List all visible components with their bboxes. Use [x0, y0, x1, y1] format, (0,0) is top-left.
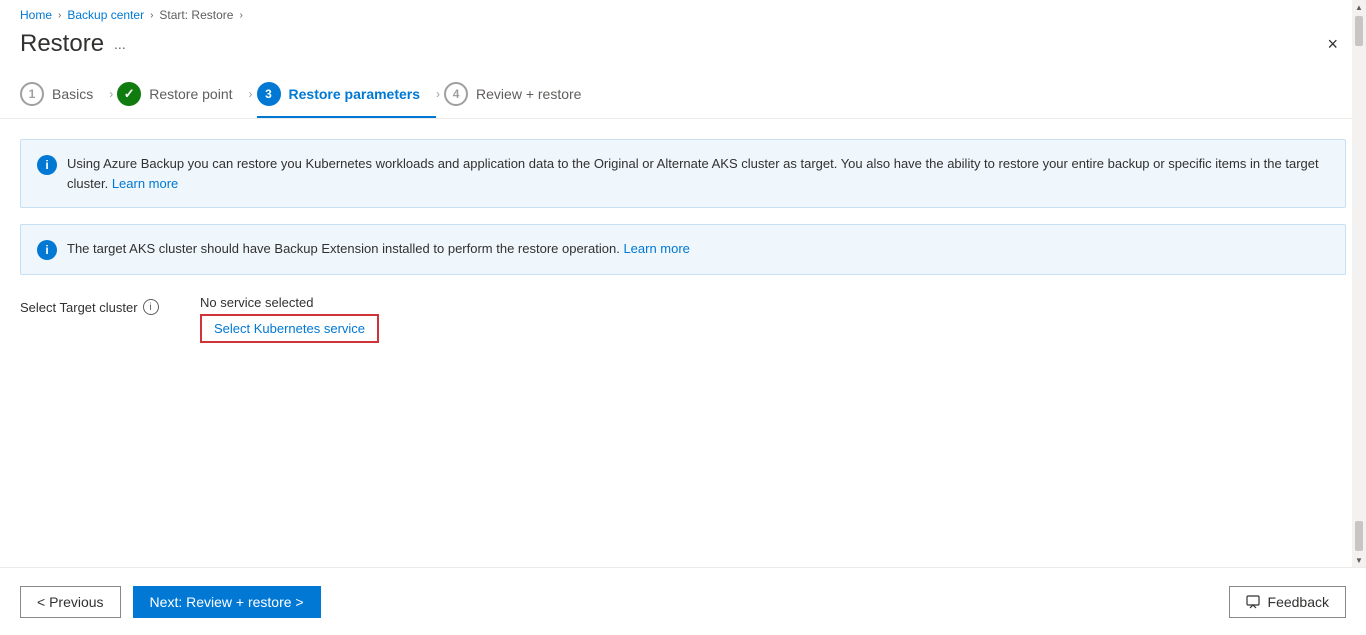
- previous-button[interactable]: < Previous: [20, 586, 121, 618]
- info-link-1[interactable]: Learn more: [112, 176, 178, 191]
- steps-container: 1 Basics › ✓ Restore point › 3 Restore p…: [0, 70, 1366, 119]
- breadcrumb-sep-3: ›: [239, 10, 242, 21]
- info-box-1: i Using Azure Backup you can restore you…: [20, 139, 1346, 208]
- step-sep-1: ›: [109, 87, 117, 113]
- scroll-down-arrow[interactable]: ▼: [1352, 553, 1366, 567]
- step-restore-parameters[interactable]: 3 Restore parameters: [257, 82, 437, 118]
- scroll-thumb-top: [1355, 16, 1363, 46]
- breadcrumb-sep-2: ›: [150, 10, 153, 21]
- content-area: i Using Azure Backup you can restore you…: [0, 119, 1366, 567]
- step-restore-parameters-circle: 3: [257, 82, 281, 106]
- step-review-label: Review + restore: [476, 86, 581, 102]
- page-title-row: Restore ... ×: [0, 26, 1366, 70]
- form-row: Select Target cluster i No service selec…: [20, 295, 1346, 343]
- info-text-1: Using Azure Backup you can restore you K…: [67, 154, 1329, 193]
- select-kubernetes-service-button[interactable]: Select Kubernetes service: [200, 314, 379, 343]
- main-content: Home › Backup center › Start: Restore › …: [0, 0, 1366, 635]
- scroll-up-arrow[interactable]: ▲: [1352, 0, 1366, 14]
- page-container: Home › Backup center › Start: Restore › …: [0, 0, 1366, 635]
- page-title: Restore: [20, 30, 104, 58]
- step-restore-point-label: Restore point: [149, 86, 232, 102]
- form-label-target-cluster: Select Target cluster i: [20, 295, 180, 315]
- info-box-2: i The target AKS cluster should have Bac…: [20, 224, 1346, 275]
- step-sep-2: ›: [249, 87, 257, 113]
- step-restore-parameters-label: Restore parameters: [289, 86, 421, 102]
- next-button[interactable]: Next: Review + restore >: [133, 586, 321, 618]
- step-sep-3: ›: [436, 87, 444, 113]
- page-title-ellipsis[interactable]: ...: [114, 36, 126, 52]
- feedback-button[interactable]: Feedback: [1229, 586, 1346, 618]
- step-restore-point[interactable]: ✓ Restore point: [117, 82, 248, 118]
- info-icon-1: i: [37, 155, 57, 175]
- breadcrumb-current: Start: Restore: [159, 8, 233, 22]
- breadcrumb-backup-center[interactable]: Backup center: [67, 8, 144, 22]
- form-label-info-icon[interactable]: i: [143, 299, 159, 315]
- info-link-2[interactable]: Learn more: [623, 241, 689, 256]
- feedback-icon: [1246, 595, 1260, 609]
- breadcrumb-sep-1: ›: [58, 10, 61, 21]
- info-text-2: The target AKS cluster should have Backu…: [67, 239, 690, 259]
- scroll-thumb-bottom: [1355, 521, 1363, 551]
- step-active-underline: [257, 116, 437, 118]
- scrollbar: ▲ ▼: [1352, 0, 1366, 567]
- step-basics-circle: 1: [20, 82, 44, 106]
- breadcrumb-home[interactable]: Home: [20, 8, 52, 22]
- step-restore-point-circle: ✓: [117, 82, 141, 106]
- info-icon-2: i: [37, 240, 57, 260]
- close-button[interactable]: ×: [1319, 31, 1346, 57]
- step-basics[interactable]: 1 Basics: [20, 82, 109, 118]
- step-review-circle: 4: [444, 82, 468, 106]
- step-basics-label: Basics: [52, 86, 93, 102]
- form-value-cluster: No service selected Select Kubernetes se…: [200, 295, 379, 343]
- no-service-text: No service selected: [200, 295, 379, 310]
- step-review-restore[interactable]: 4 Review + restore: [444, 82, 597, 118]
- footer: < Previous Next: Review + restore > Feed…: [0, 567, 1366, 635]
- breadcrumb: Home › Backup center › Start: Restore ›: [0, 0, 1366, 26]
